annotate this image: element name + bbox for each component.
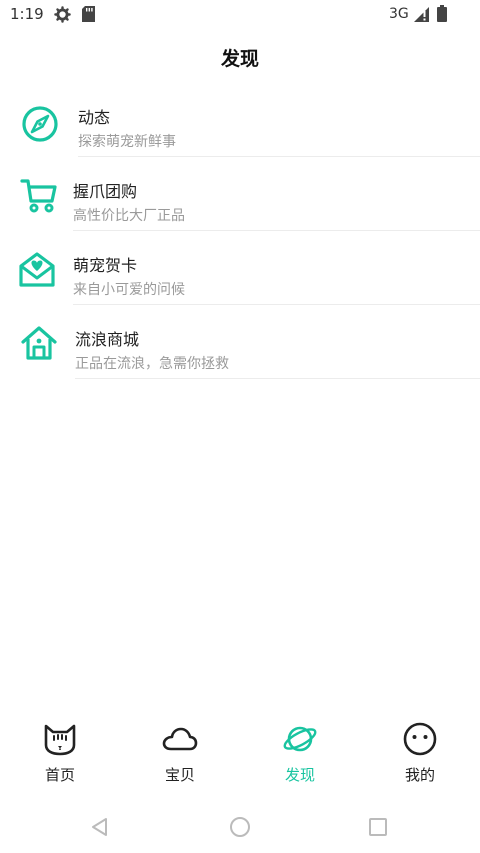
system-nav-bar	[0, 805, 480, 853]
recents-icon[interactable]	[368, 817, 388, 841]
cat-face-icon	[42, 722, 78, 760]
menu-item-subtitle: 来自小可爱的问候	[73, 282, 185, 298]
status-time: 1:19	[10, 5, 44, 23]
greeting-card-icon	[18, 251, 56, 293]
menu-item-subtitle: 探索萌宠新鲜事	[78, 134, 176, 150]
bottom-tab-bar: 首页 宝贝 发现 我的	[0, 710, 480, 790]
tab-home[interactable]: 首页	[0, 710, 120, 790]
signal-icon	[414, 7, 430, 26]
menu-item-group-buy[interactable]: 握爪团购 高性价比大厂正品	[0, 159, 480, 232]
tab-label: 首页	[44, 766, 75, 784]
menu-item-stray-mall[interactable]: 流浪商城 正品在流浪，急需你拯救	[0, 307, 480, 380]
menu-item-greeting-card[interactable]: 萌宠贺卡 来自小可爱的问候	[0, 233, 480, 306]
menu-item-title: 握爪团购	[73, 182, 138, 201]
divider	[73, 304, 480, 305]
compass-icon	[21, 105, 59, 147]
tab-baby[interactable]: 宝贝	[120, 710, 240, 790]
battery-icon	[437, 5, 447, 26]
menu-item-subtitle: 高性价比大厂正品	[73, 208, 185, 224]
menu-item-title: 流浪商城	[75, 330, 140, 349]
menu-item-title: 萌宠贺卡	[73, 256, 138, 275]
shopping-cart-icon	[20, 176, 58, 218]
page-title: 发现	[220, 48, 259, 70]
header: 发现	[0, 30, 480, 82]
cloud-icon	[162, 722, 198, 760]
tab-me[interactable]: 我的	[360, 710, 480, 790]
divider	[78, 156, 480, 157]
menu-item-subtitle: 正品在流浪，急需你拯救	[75, 356, 229, 372]
tab-label: 我的	[404, 766, 435, 784]
sd-card-icon	[82, 6, 95, 26]
network-type: 3G	[389, 6, 409, 22]
settings-icon	[54, 6, 71, 27]
back-icon[interactable]	[90, 817, 108, 841]
status-bar: 1:19 3G	[0, 0, 480, 30]
home-icon[interactable]	[229, 816, 251, 842]
shop-house-icon	[21, 325, 57, 365]
tab-label: 发现	[284, 766, 315, 784]
smiley-face-icon	[402, 722, 438, 760]
tab-discover[interactable]: 发现	[240, 710, 360, 790]
tab-label: 宝贝	[164, 766, 195, 784]
planet-icon	[282, 722, 318, 760]
menu-item-moments[interactable]: 动态 探索萌宠新鲜事	[0, 86, 480, 159]
divider	[75, 378, 480, 379]
menu-item-title: 动态	[78, 108, 111, 127]
divider	[73, 230, 480, 231]
